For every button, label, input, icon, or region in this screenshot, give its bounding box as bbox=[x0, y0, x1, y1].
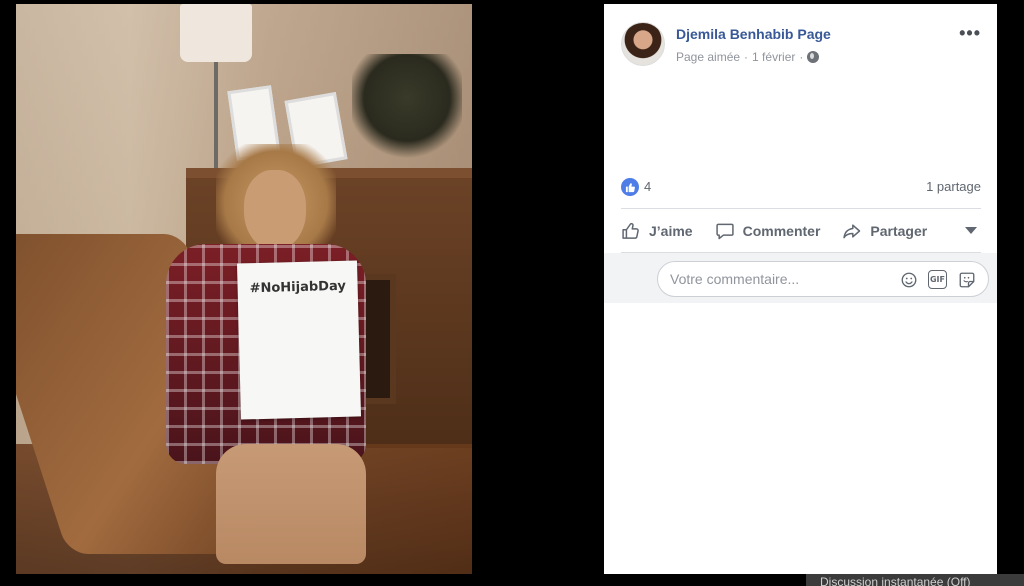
page-status: Page aimée bbox=[676, 50, 741, 64]
like-count[interactable]: 4 bbox=[644, 179, 651, 194]
comment-area: GIF bbox=[604, 253, 997, 303]
more-options-icon[interactable]: ••• bbox=[959, 24, 981, 42]
photo-lamp bbox=[180, 4, 252, 62]
share-count[interactable]: 1 partage bbox=[926, 179, 981, 194]
gif-icon[interactable]: GIF bbox=[928, 270, 947, 289]
comment-box: GIF bbox=[657, 261, 989, 297]
comment-label: Commenter bbox=[742, 223, 821, 239]
like-reaction-icon[interactable] bbox=[621, 178, 639, 196]
photo-legs bbox=[216, 444, 366, 564]
sign-text: #NoHijabDay bbox=[249, 278, 347, 297]
avatar[interactable] bbox=[621, 22, 665, 66]
comment-tools: GIF bbox=[899, 270, 976, 289]
sticker-icon[interactable] bbox=[957, 270, 976, 289]
comment-input[interactable] bbox=[670, 262, 885, 296]
like-button[interactable]: J’aime bbox=[621, 221, 693, 241]
divider bbox=[621, 208, 981, 209]
post-stats: 4 1 partage bbox=[621, 176, 981, 198]
post-header: Djemila Benhabib Page Page aimée · 1 fév… bbox=[621, 18, 991, 78]
meta-separator: · bbox=[744, 50, 749, 64]
post-actions: J’aime Commenter Partager bbox=[621, 214, 981, 248]
chat-bar[interactable]: Discussion instantanée (Off) bbox=[806, 574, 1024, 586]
post-photo[interactable]: #NoHijabDay bbox=[16, 4, 472, 574]
globe-icon[interactable] bbox=[807, 51, 820, 63]
comment-button[interactable]: Commenter bbox=[715, 221, 821, 241]
post-panel: Djemila Benhabib Page Page aimée · 1 fév… bbox=[604, 4, 997, 574]
photo-face bbox=[244, 170, 306, 250]
post-meta: Page aimée · 1 février · bbox=[676, 50, 820, 64]
audience-dropdown-icon[interactable] bbox=[965, 227, 977, 234]
share-arrow-icon bbox=[843, 224, 861, 239]
comment-icon bbox=[715, 223, 734, 240]
like-label: J’aime bbox=[649, 223, 693, 239]
photo-viewer: #NoHijabDay bbox=[0, 0, 604, 586]
meta-separator: · bbox=[799, 50, 804, 64]
share-button[interactable]: Partager bbox=[842, 221, 927, 241]
photo-sign: #NoHijabDay bbox=[236, 260, 362, 420]
post-date[interactable]: 1 février bbox=[752, 50, 795, 64]
chat-label: Discussion instantanée (Off) bbox=[820, 575, 971, 586]
thumbs-up-icon bbox=[622, 222, 639, 239]
share-label: Partager bbox=[870, 223, 928, 239]
emoji-icon[interactable] bbox=[899, 270, 918, 289]
page-name-link[interactable]: Djemila Benhabib Page bbox=[676, 26, 831, 42]
